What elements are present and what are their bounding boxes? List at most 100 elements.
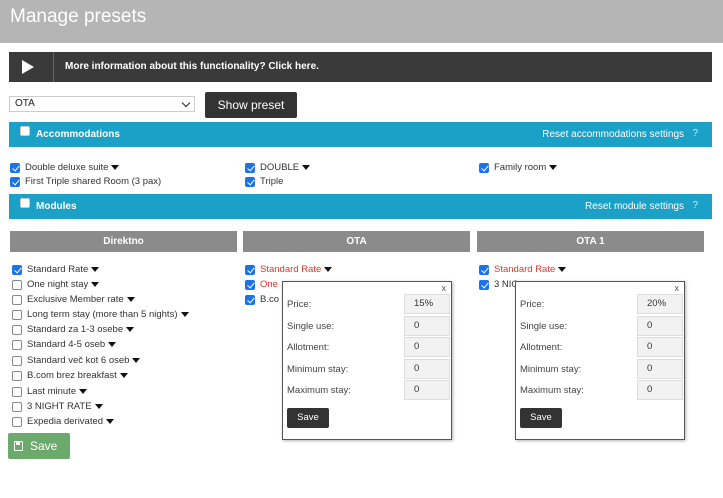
- caret-down-icon[interactable]: [549, 165, 558, 170]
- maximum-stay-input[interactable]: 0: [404, 380, 450, 400]
- close-icon[interactable]: x: [675, 283, 680, 293]
- accommodation-item[interactable]: First Triple shared Room (3 pax): [10, 176, 161, 187]
- checkbox[interactable]: [12, 309, 22, 320]
- rate-item[interactable]: One night stay: [12, 279, 100, 290]
- checkbox[interactable]: [479, 162, 489, 173]
- checkbox[interactable]: [479, 264, 489, 275]
- page-title: Manage presets: [10, 6, 147, 27]
- minimum-stay-input[interactable]: 0: [404, 359, 450, 379]
- allotment-row: Allotment: 0: [520, 337, 683, 357]
- close-icon[interactable]: x: [442, 283, 447, 293]
- rate-item[interactable]: Standard Rate: [479, 264, 567, 275]
- checkbox[interactable]: [12, 294, 22, 305]
- rate-label: 3 NIGHT RATE: [27, 401, 92, 412]
- minimum-stay-input[interactable]: 0: [637, 359, 683, 379]
- caret-down-icon[interactable]: [324, 267, 333, 272]
- rate-item[interactable]: Standard Rate: [245, 264, 333, 275]
- popup-save-button[interactable]: Save: [520, 408, 562, 428]
- checkbox[interactable]: [12, 279, 22, 290]
- caret-down-icon[interactable]: [106, 419, 115, 424]
- rate-item[interactable]: Expedia derivated: [12, 416, 115, 427]
- play-icon[interactable]: [22, 60, 34, 74]
- accommodations-select-all-checkbox[interactable]: [20, 126, 30, 136]
- accommodation-item[interactable]: DOUBLE: [245, 162, 311, 173]
- rate-item[interactable]: Standard Rate: [12, 264, 100, 275]
- checkbox[interactable]: [10, 176, 20, 187]
- rate-item[interactable]: 3 NIG: [479, 279, 519, 290]
- checkbox[interactable]: [12, 401, 22, 412]
- price-input[interactable]: 20%: [637, 294, 683, 314]
- checkbox[interactable]: [12, 416, 22, 427]
- caret-down-icon[interactable]: [302, 165, 311, 170]
- rate-label: Standard Rate: [260, 264, 322, 275]
- checkbox[interactable]: [12, 370, 22, 381]
- rate-item[interactable]: Standard za 1-3 osebe: [12, 324, 135, 335]
- rate-label: Standard Rate: [494, 264, 556, 275]
- caret-down-icon[interactable]: [126, 327, 135, 332]
- show-preset-button[interactable]: Show preset: [205, 92, 297, 118]
- accommodation-item[interactable]: Family room: [479, 162, 558, 173]
- price-input[interactable]: 15%: [404, 294, 450, 314]
- info-banner[interactable]: More information about this functionalit…: [9, 52, 712, 82]
- checkbox[interactable]: [479, 279, 489, 290]
- accommodation-item[interactable]: Double deluxe suite: [10, 162, 120, 173]
- caret-down-icon[interactable]: [94, 404, 103, 409]
- caret-down-icon[interactable]: [108, 342, 117, 347]
- checkbox[interactable]: [245, 176, 255, 187]
- rate-item[interactable]: Standard več kot 6 oseb: [12, 355, 141, 366]
- rate-item[interactable]: Standard 4-5 oseb: [12, 339, 117, 350]
- column-header-ota: OTA: [243, 231, 470, 252]
- single-use-input[interactable]: 0: [404, 316, 450, 336]
- preset-select-value: OTA: [15, 98, 35, 109]
- caret-down-icon[interactable]: [111, 165, 120, 170]
- accommodation-label: Triple: [260, 176, 284, 187]
- caret-down-icon[interactable]: [126, 297, 135, 302]
- help-icon[interactable]: ?: [692, 128, 698, 139]
- info-link[interactable]: More information about this functionalit…: [65, 61, 319, 72]
- help-icon[interactable]: ?: [692, 200, 698, 211]
- floppy-disk-icon: [14, 441, 23, 451]
- rate-label: B.co: [260, 294, 280, 305]
- accommodations-bar: Accommodations Reset accommodations sett…: [9, 122, 712, 147]
- rate-item[interactable]: B.com brez breakfast: [12, 370, 128, 381]
- popup-save-button[interactable]: Save: [287, 408, 329, 428]
- checkbox[interactable]: [245, 264, 255, 275]
- checkbox[interactable]: [12, 355, 22, 366]
- checkbox[interactable]: [12, 386, 22, 397]
- checkbox[interactable]: [12, 339, 22, 350]
- allotment-input[interactable]: 0: [404, 337, 450, 357]
- rate-item[interactable]: B.co: [245, 294, 279, 305]
- checkbox[interactable]: [245, 279, 255, 290]
- caret-down-icon[interactable]: [91, 267, 100, 272]
- checkbox[interactable]: [245, 294, 255, 305]
- single-use-label: Single use:: [520, 321, 568, 332]
- save-button[interactable]: Save: [8, 433, 70, 459]
- caret-down-icon[interactable]: [79, 389, 88, 394]
- rate-label: One: [260, 279, 278, 290]
- rate-item[interactable]: Last minute: [12, 386, 88, 397]
- allotment-input[interactable]: 0: [637, 337, 683, 357]
- rate-item[interactable]: Exclusive Member rate: [12, 294, 135, 305]
- caret-down-icon[interactable]: [180, 312, 189, 317]
- reset-modules-link[interactable]: Reset module settings: [585, 201, 684, 212]
- maximum-stay-input[interactable]: 0: [637, 380, 683, 400]
- caret-down-icon[interactable]: [558, 267, 567, 272]
- reset-accommodations-link[interactable]: Reset accommodations settings: [542, 129, 684, 140]
- checkbox[interactable]: [10, 162, 20, 173]
- checkbox[interactable]: [12, 264, 22, 275]
- rate-item[interactable]: Long term stay (more than 5 nights): [12, 309, 189, 320]
- chevron-down-icon: [181, 98, 191, 108]
- checkbox[interactable]: [245, 162, 255, 173]
- caret-down-icon[interactable]: [132, 358, 141, 363]
- single-use-input[interactable]: 0: [637, 316, 683, 336]
- caret-down-icon[interactable]: [119, 373, 128, 378]
- modules-select-all-checkbox[interactable]: [20, 198, 30, 208]
- rate-item[interactable]: 3 NIGHT RATE: [12, 401, 103, 412]
- preset-select[interactable]: OTA: [9, 96, 195, 112]
- accommodation-label: DOUBLE: [260, 162, 300, 173]
- rate-label: Exclusive Member rate: [27, 294, 124, 305]
- rate-item[interactable]: One: [245, 279, 278, 290]
- accommodation-item[interactable]: Triple: [245, 176, 283, 187]
- caret-down-icon[interactable]: [91, 282, 100, 287]
- checkbox[interactable]: [12, 324, 22, 335]
